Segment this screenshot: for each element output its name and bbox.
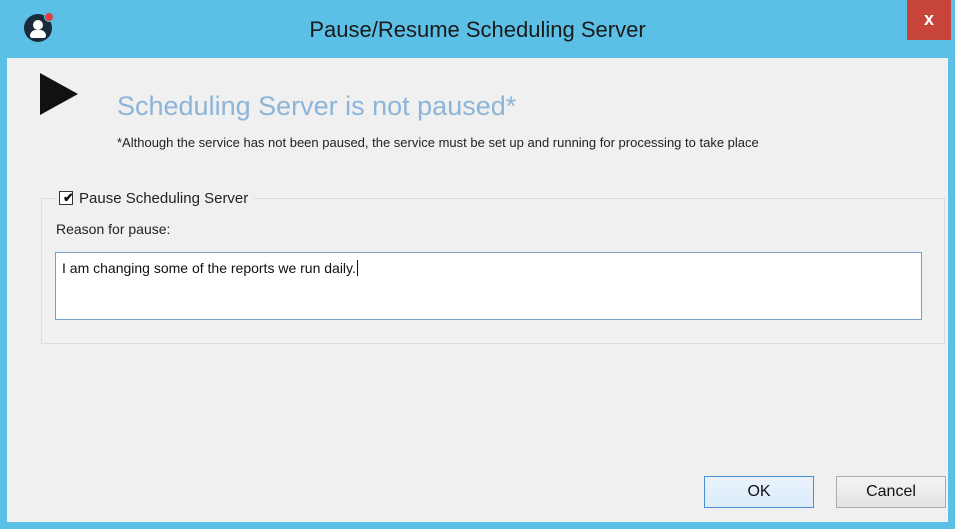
pause-checkbox[interactable]: ✔ [59,190,74,205]
window-title: Pause/Resume Scheduling Server [309,17,646,42]
pause-checkbox-row[interactable]: ✔ Pause Scheduling Server [57,187,255,209]
reason-textbox[interactable]: I am changing some of the reports we run… [55,252,922,320]
title-bar: Pause/Resume Scheduling Server x [0,0,955,58]
status-title: Scheduling Server is not paused* [117,91,517,121]
reason-text: I am changing some of the reports we run… [62,260,356,276]
dialog-body: Scheduling Server is not paused* *Althou… [7,58,948,522]
ok-button[interactable]: OK [704,476,814,508]
checkmark-icon: ✔ [63,190,74,205]
reason-label: Reason for pause: [56,221,171,237]
text-caret [356,260,358,276]
cancel-button[interactable]: Cancel [836,476,946,508]
play-icon [40,73,78,115]
status-note: *Although the service has not been pause… [117,135,759,150]
close-button[interactable]: x [907,0,951,40]
pause-checkbox-label[interactable]: Pause Scheduling Server [79,190,248,207]
